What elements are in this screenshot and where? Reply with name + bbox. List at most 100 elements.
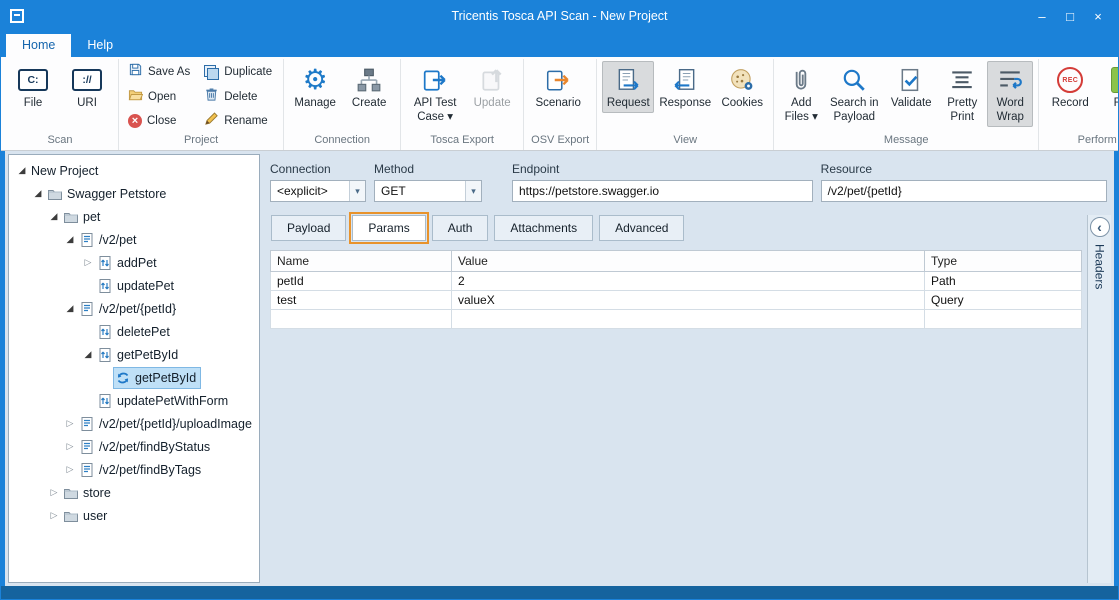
scenario-button[interactable]: Scenario (529, 61, 587, 113)
project-tree: New Project Swagger Petstore pet /v2/pet… (8, 154, 260, 583)
uri-button[interactable]: :// URI (61, 61, 113, 113)
close-red-icon (128, 114, 142, 128)
tab-attachments[interactable]: Attachments (494, 215, 593, 241)
validate-button[interactable]: Validate (885, 61, 937, 113)
ribbon-group-osv-export: Scenario OSV Export (524, 59, 597, 150)
request-view-button[interactable]: Request (602, 61, 654, 113)
run-play-icon (1111, 65, 1118, 95)
rename-button[interactable]: Rename (200, 110, 278, 132)
param-value-cell[interactable]: 2 (452, 272, 925, 291)
ribbon-group-label-perform: Perform (1044, 133, 1118, 149)
tree-item-addpet[interactable]: addPet (9, 251, 259, 274)
manage-connection-button[interactable]: Manage (289, 61, 341, 113)
operation-icon (97, 255, 113, 271)
expand-headers-button[interactable]: ‹ (1090, 217, 1110, 237)
collapse-arrow-icon[interactable] (63, 441, 77, 452)
resource-input[interactable]: /v2/pet/{petId} (821, 180, 1107, 202)
collapse-arrow-icon[interactable] (47, 487, 61, 498)
close-button[interactable]: × (1084, 1, 1112, 31)
tree-item-store[interactable]: store (9, 481, 259, 504)
word-wrap-button[interactable]: Word Wrap (987, 61, 1033, 127)
response-view-button[interactable]: Response (656, 61, 714, 113)
expand-arrow-icon[interactable] (81, 349, 95, 360)
api-test-case-button[interactable]: API Test Case ▾ (406, 61, 464, 127)
method-select[interactable]: GET (374, 180, 482, 202)
expand-arrow-icon[interactable] (63, 234, 77, 245)
param-value-cell[interactable]: valueX (452, 291, 925, 310)
expand-arrow-icon[interactable] (47, 211, 61, 222)
tree-item-deletepet[interactable]: deletePet (9, 320, 259, 343)
tab-help[interactable]: Help (71, 34, 129, 57)
ribbon-group-perform: REC Record Run Perform (1039, 59, 1118, 150)
run-button[interactable]: Run (1098, 61, 1118, 113)
open-button[interactable]: Open (124, 86, 196, 108)
expand-arrow-icon[interactable] (63, 303, 77, 314)
tree-item-v2-pet-petid[interactable]: /v2/pet/{petId} (9, 297, 259, 320)
tab-advanced[interactable]: Advanced (599, 215, 684, 241)
headers-panel-label[interactable]: Headers (1093, 244, 1107, 289)
expand-arrow-icon[interactable] (15, 165, 29, 176)
collapse-arrow-icon[interactable] (63, 464, 77, 475)
endpoint-input[interactable]: https://petstore.swagger.io (512, 180, 813, 202)
param-value-cell[interactable] (452, 310, 925, 329)
endpoint-icon (79, 439, 95, 455)
pretty-print-button[interactable]: Pretty Print (939, 61, 985, 127)
uri-button-label: URI (77, 97, 97, 111)
tree-item-uploadimage[interactable]: /v2/pet/{petId}/uploadImage (9, 412, 259, 435)
tab-payload[interactable]: Payload (271, 215, 346, 241)
tab-params[interactable]: Params (352, 215, 425, 241)
tree-item-findbytags[interactable]: /v2/pet/findByTags (9, 458, 259, 481)
collapse-arrow-icon[interactable] (47, 510, 61, 521)
ribbon-group-label-view: View (602, 133, 768, 149)
maximize-button[interactable]: □ (1056, 1, 1084, 31)
file-drive-icon: C: (18, 65, 48, 95)
create-connection-button[interactable]: Create (343, 61, 395, 113)
tree-item-getpetbyid-request[interactable]: getPetById (9, 366, 259, 389)
record-button[interactable]: REC Record (1044, 61, 1096, 113)
validate-check-icon (898, 65, 924, 95)
param-type-cell[interactable]: Path (925, 272, 1082, 291)
collapse-arrow-icon[interactable] (63, 418, 77, 429)
param-name-cell[interactable] (271, 310, 452, 329)
param-name-cell[interactable]: petId (271, 272, 452, 291)
tree-item-swagger-petstore[interactable]: Swagger Petstore (9, 182, 259, 205)
expand-arrow-icon[interactable] (31, 188, 45, 199)
param-type-cell[interactable]: Query (925, 291, 1082, 310)
window-bottom-frame (1, 586, 1118, 599)
tree-item-new-project[interactable]: New Project (9, 159, 259, 182)
tree-item-v2-pet[interactable]: /v2/pet (9, 228, 259, 251)
workspace: New Project Swagger Petstore pet /v2/pet… (1, 151, 1118, 586)
titlebar: Tricentis Tosca API Scan - New Project –… (1, 1, 1118, 31)
delete-button[interactable]: Delete (200, 86, 278, 108)
word-wrap-icon (997, 65, 1023, 95)
tree-item-findbystatus[interactable]: /v2/pet/findByStatus (9, 435, 259, 458)
tree-item-pet[interactable]: pet (9, 205, 259, 228)
search-in-payload-button[interactable]: Search in Payload (825, 61, 883, 127)
connection-select[interactable]: <explicit> (270, 180, 366, 202)
collapse-arrow-icon[interactable] (81, 257, 95, 268)
params-grid: Name Value Type petId 2 Path (270, 250, 1082, 329)
add-files-button[interactable]: Add Files ▾ (779, 61, 823, 127)
param-type-cell[interactable] (925, 310, 1082, 329)
dropdown-arrow-icon[interactable] (349, 181, 365, 201)
ribbon-group-label-message: Message (779, 133, 1033, 149)
cookies-view-button[interactable]: Cookies (716, 61, 768, 113)
tab-auth[interactable]: Auth (432, 215, 489, 241)
tab-home[interactable]: Home (6, 34, 71, 57)
tree-item-getpetbyid[interactable]: getPetById (9, 343, 259, 366)
close-project-button[interactable]: Close (124, 110, 196, 132)
update-button[interactable]: Update (466, 61, 518, 113)
save-as-button[interactable]: Save As (124, 61, 196, 83)
file-button[interactable]: C: File (7, 61, 59, 113)
duplicate-button[interactable]: Duplicate (200, 61, 278, 83)
ribbon-group-project: Save As Open Close Duplicate Delete (119, 59, 284, 150)
tree-item-updatepetwithform[interactable]: updatePetWithForm (9, 389, 259, 412)
dropdown-arrow-icon[interactable] (465, 181, 481, 201)
tree-item-updatepet[interactable]: updatePet (9, 274, 259, 297)
minimize-button[interactable]: – (1028, 1, 1056, 31)
paperclip-icon (788, 65, 814, 95)
app-icon (10, 9, 24, 23)
tree-item-user[interactable]: user (9, 504, 259, 527)
endpoint-label: Endpoint (512, 162, 813, 176)
param-name-cell[interactable]: test (271, 291, 452, 310)
